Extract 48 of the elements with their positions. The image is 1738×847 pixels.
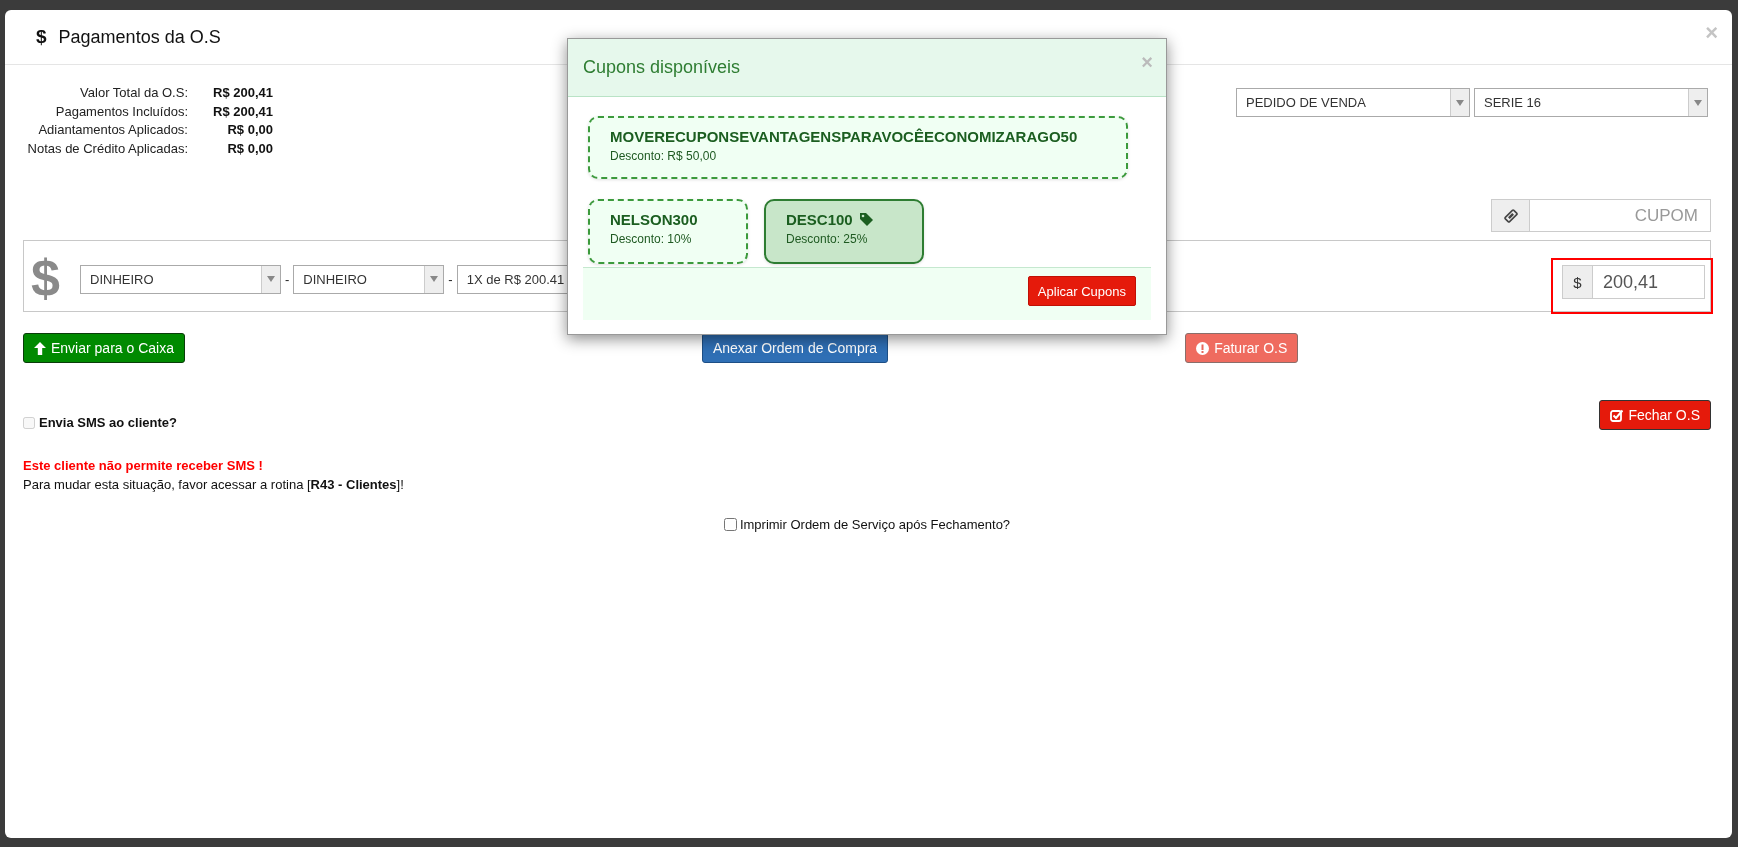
coupon-card[interactable]: NELSON300 Desconto: 10%: [588, 199, 748, 264]
caret-icon: [1456, 99, 1464, 106]
alert-icon: [1196, 341, 1210, 355]
summary-value: R$ 0,00: [226, 139, 273, 158]
close-order-button[interactable]: Fechar O.S: [1599, 400, 1711, 430]
tag-icon: [858, 212, 874, 227]
coupon-discount: Desconto: R$ 50,00: [610, 149, 718, 163]
dialog-title: Cupons disponíveis: [583, 57, 741, 78]
coupon-card[interactable]: MOVERECUPONSEVANTAGENSPARAVOCÊECONOMIZARAGO50 Desconto: R$ 50,00: [588, 116, 1128, 179]
amount-input[interactable]: 200,41: [1593, 265, 1705, 299]
document-type-dropdown[interactable]: PEDIDO DE VENDA: [1236, 88, 1470, 117]
payment-type-dropdown[interactable]: DINHEIRO: [293, 264, 445, 294]
sms-warning: Este cliente não permite receber SMS !: [23, 458, 264, 473]
coupon-discount: Desconto: 25%: [786, 232, 869, 246]
payment-method-dropdown[interactable]: DINHEIRO: [80, 264, 281, 294]
summary-label: Adiantamentos Aplicados:: [37, 121, 188, 139]
summary-label: Notas de Crédito Aplicadas:: [26, 139, 188, 158]
coupon-discount: Desconto: 10%: [610, 232, 693, 246]
send-to-cashier-button[interactable]: Enviar para o Caixa: [23, 333, 185, 363]
dollar-icon: $: [31, 248, 80, 308]
print-label: Imprimir Ordem de Serviço após Fechamento?: [739, 517, 1011, 532]
ticket-icon: [1503, 208, 1518, 223]
sms-info: Para mudar esta situação, favor acessar a rotina [R43 - Clientes]!: [23, 477, 405, 492]
coupon-input[interactable]: CUPOM: [1530, 199, 1711, 232]
coupon-code: DESC100: [786, 211, 853, 228]
dialog-title: Pagamentos da O.S: [58, 26, 221, 48]
summary-label: Valor Total da O.S:: [79, 84, 188, 102]
summary-value: R$ 200,41: [212, 84, 273, 102]
coupon-code: MOVERECUPONSEVANTAGENSPARAVOCÊECONOMIZARAGO50: [610, 128, 1078, 145]
series-dropdown[interactable]: SERIE 16: [1474, 88, 1708, 117]
summary-value: R$ 200,41: [212, 102, 273, 121]
caret-icon: [267, 276, 275, 282]
print-checkbox[interactable]: [723, 518, 737, 531]
dollar-icon: $: [36, 26, 47, 48]
summary-label: Pagamentos Incluídos:: [54, 102, 188, 121]
summary-value: R$ 0,00: [226, 121, 273, 139]
sms-label: Envia SMS ao cliente?: [39, 415, 177, 430]
attach-order-button[interactable]: Anexar Ordem de Compra: [701, 333, 889, 363]
caret-icon: [1694, 99, 1702, 106]
checkbox-icon: [1610, 408, 1624, 422]
separator: -: [285, 271, 290, 287]
arrow-up-icon: [34, 341, 46, 355]
apply-coupons-button[interactable]: Aplicar Cupons: [1027, 276, 1136, 306]
coupon-card[interactable]: DESC100 Desconto: 25%: [764, 199, 924, 264]
currency-addon: $: [1562, 265, 1593, 299]
caret-icon: [430, 276, 439, 282]
separator: -: [448, 271, 453, 287]
coupon-code: NELSON300: [610, 211, 698, 228]
